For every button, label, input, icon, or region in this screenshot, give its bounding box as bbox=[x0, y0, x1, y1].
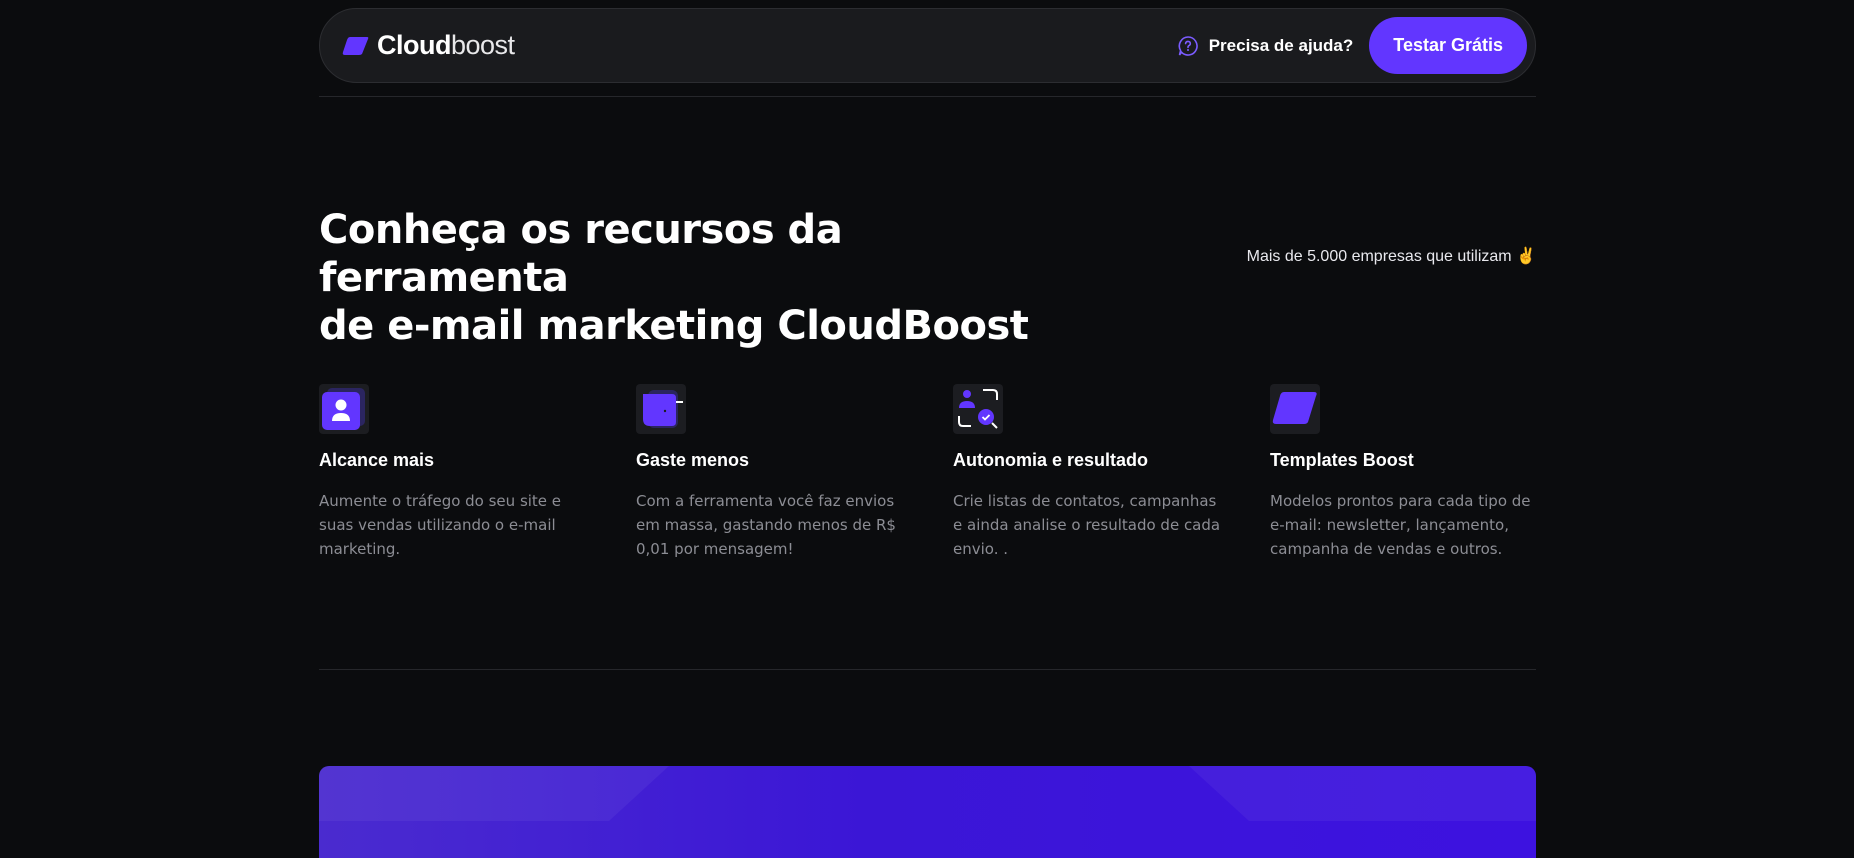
feature-title: Alcance mais bbox=[319, 450, 435, 470]
user-card-icon bbox=[319, 384, 369, 434]
template-tag-icon bbox=[1270, 384, 1320, 434]
page-title: Conheça os recursos da ferramenta de e-m… bbox=[319, 206, 1079, 350]
feature-card-autonomy: Autonomia e resultado Crie listas de con… bbox=[953, 384, 1223, 561]
feature-description: Crie listas de contatos, campanhas e ain… bbox=[953, 492, 1221, 558]
top-navbar: Cloudboost Precisa de ajuda? Testar Grát… bbox=[319, 8, 1536, 83]
companies-count-text: Mais de 5.000 empresas que utilizam ✌️ bbox=[1246, 248, 1536, 265]
section-divider bbox=[319, 669, 1536, 670]
question-circle-icon bbox=[1178, 35, 1198, 56]
feature-description: Aumente o tráfego do seu site e suas ven… bbox=[319, 492, 562, 558]
feature-description: Modelos prontos para cada tipo de e-mail… bbox=[1270, 492, 1531, 558]
logo[interactable]: Cloudboost bbox=[342, 30, 515, 61]
logo-text-light: boost bbox=[450, 30, 515, 60]
page-title-line-1: Conheça os recursos da ferramenta bbox=[319, 207, 843, 301]
help-label: Precisa de ajuda? bbox=[1208, 35, 1354, 55]
feature-card-reach: Alcance mais Aumente o tráfego do seu si… bbox=[319, 384, 589, 561]
header-divider bbox=[319, 96, 1536, 97]
logo-text: Cloudboost bbox=[377, 30, 515, 61]
nav-actions: Precisa de ajuda? Testar Grátis bbox=[1177, 17, 1527, 74]
cta-banner bbox=[319, 766, 1536, 858]
logo-text-bold: Cloud bbox=[377, 30, 451, 60]
cloudboost-logo-icon bbox=[342, 36, 369, 55]
page-title-line-2: de e-mail marketing CloudBoost bbox=[319, 303, 1029, 349]
wallet-icon bbox=[636, 384, 686, 434]
feature-title: Templates Boost bbox=[1270, 450, 1414, 470]
user-search-icon bbox=[953, 384, 1003, 434]
free-trial-button[interactable]: Testar Grátis bbox=[1369, 17, 1527, 74]
help-link[interactable]: Precisa de ajuda? bbox=[1177, 35, 1354, 57]
banner-decoration bbox=[319, 766, 1536, 821]
feature-title: Gaste menos bbox=[636, 450, 750, 470]
feature-card-templates: Templates Boost Modelos prontos para cad… bbox=[1270, 384, 1540, 561]
feature-description: Com a ferramenta você faz envios em mass… bbox=[636, 492, 896, 558]
feature-title: Autonomia e resultado bbox=[953, 450, 1149, 470]
feature-card-spend-less: Gaste menos Com a ferramenta você faz en… bbox=[636, 384, 906, 561]
